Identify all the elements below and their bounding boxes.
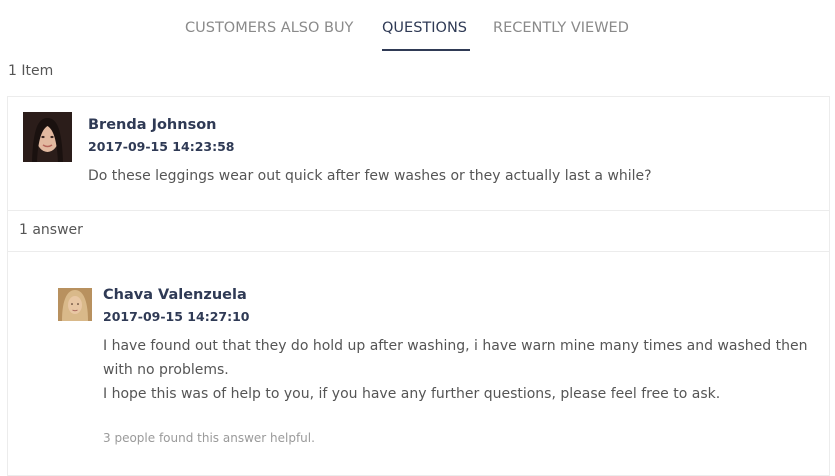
active-tab-underline [382, 49, 470, 51]
section-divider [8, 251, 829, 252]
answers-count: 1 answer [19, 222, 83, 238]
answer-author-name: Chava Valenzuela [103, 287, 247, 303]
avatar-portrait-icon [58, 288, 92, 321]
question-author-name: Brenda Johnson [88, 117, 217, 133]
question-date: 2017-09-15 14:23:58 [88, 139, 235, 154]
tab-bar: CUSTOMERS ALSO BUY QUESTIONS RECENTLY VI… [0, 0, 835, 52]
section-divider [8, 210, 829, 211]
tab-customers-also-buy[interactable]: CUSTOMERS ALSO BUY [185, 20, 353, 36]
answer-date: 2017-09-15 14:27:10 [103, 309, 250, 324]
tab-recently-viewed[interactable]: RECENTLY VIEWED [493, 20, 629, 36]
question-author-avatar [23, 112, 72, 162]
answer-text-line: with no problems. [103, 362, 229, 378]
items-count: 1 Item [8, 63, 54, 79]
answer-text-line: I have found out that they do hold up af… [103, 338, 808, 354]
tab-questions[interactable]: QUESTIONS [382, 20, 467, 36]
question-card: Brenda Johnson 2017-09-15 14:23:58 Do th… [7, 96, 830, 476]
question-text: Do these leggings wear out quick after f… [88, 168, 652, 184]
answer-text-line: I hope this was of help to you, if you h… [103, 386, 721, 402]
avatar-portrait-icon [23, 112, 72, 162]
answer-author-avatar [58, 288, 92, 321]
helpful-count: 3 people found this answer helpful. [103, 431, 315, 445]
